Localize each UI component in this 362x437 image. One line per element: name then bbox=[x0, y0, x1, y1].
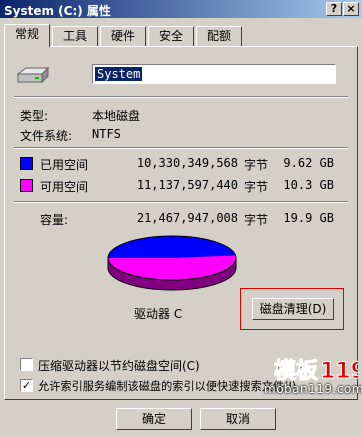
divider bbox=[14, 201, 348, 203]
used-space-slice bbox=[108, 236, 236, 258]
drive-label: 驱动器 C bbox=[134, 307, 183, 321]
type-label: 类型: bbox=[20, 109, 49, 123]
svg-text:模板: 模板 bbox=[274, 359, 319, 384]
volume-name-value: System bbox=[95, 67, 143, 81]
volume-name-input[interactable]: System bbox=[92, 64, 336, 84]
divider bbox=[14, 147, 348, 149]
close-button[interactable]: × bbox=[343, 2, 359, 16]
watermark-url: moban119.com bbox=[264, 382, 362, 396]
capacity-unit: 字节 bbox=[244, 213, 269, 227]
tab-security[interactable]: 安全 bbox=[148, 26, 194, 46]
free-space-bytes: 11,137,597,440 bbox=[136, 178, 238, 192]
capacity-bytes: 21,467,947,008 bbox=[136, 211, 238, 225]
used-space-swatch bbox=[20, 157, 33, 170]
free-space-unit: 字节 bbox=[244, 180, 269, 194]
type-value: 本地磁盘 bbox=[92, 109, 141, 123]
free-space-label: 可用空间 bbox=[40, 180, 89, 194]
tab-hardware[interactable]: 硬件 bbox=[100, 26, 146, 46]
capacity-label: 容量: bbox=[40, 213, 69, 227]
window-title: System (C:) 属性 bbox=[4, 4, 111, 18]
used-space-label: 已用空间 bbox=[40, 158, 89, 172]
watermark-logo: 模板 119 bbox=[274, 359, 358, 385]
used-space-unit: 字节 bbox=[244, 158, 269, 172]
svg-text:119: 119 bbox=[320, 359, 358, 384]
cancel-button[interactable]: 取消 bbox=[200, 408, 276, 430]
filesystem-value: NTFS bbox=[92, 127, 121, 141]
tab-tools[interactable]: 工具 bbox=[52, 26, 98, 46]
compress-label: 压缩驱动器以节约磁盘空间(C) bbox=[38, 359, 200, 373]
index-label: 允许索引服务编制该磁盘的索引以便快速搜索文件(I) bbox=[38, 380, 297, 393]
used-space-size: 9.62 GB bbox=[283, 156, 334, 170]
usage-pie-chart bbox=[107, 235, 237, 291]
used-space-bytes: 10,330,349,568 bbox=[136, 156, 238, 170]
tab-quota[interactable]: 配额 bbox=[196, 26, 242, 46]
help-button[interactable]: ? bbox=[326, 2, 342, 16]
free-space-size: 10.3 GB bbox=[283, 178, 334, 192]
index-checkbox[interactable]: ✓ bbox=[20, 379, 33, 392]
free-space-swatch bbox=[20, 179, 33, 192]
compress-checkbox[interactable] bbox=[20, 358, 33, 371]
capacity-size: 19.9 GB bbox=[283, 211, 334, 225]
title-bar: System (C:) 属性 ? × bbox=[0, 0, 362, 18]
filesystem-label: 文件系统: bbox=[20, 129, 73, 143]
divider bbox=[14, 96, 348, 98]
ok-button[interactable]: 确定 bbox=[116, 408, 192, 430]
highlight-box bbox=[240, 288, 344, 330]
drive-icon bbox=[16, 66, 50, 84]
tab-general[interactable]: 常规 bbox=[4, 24, 50, 47]
